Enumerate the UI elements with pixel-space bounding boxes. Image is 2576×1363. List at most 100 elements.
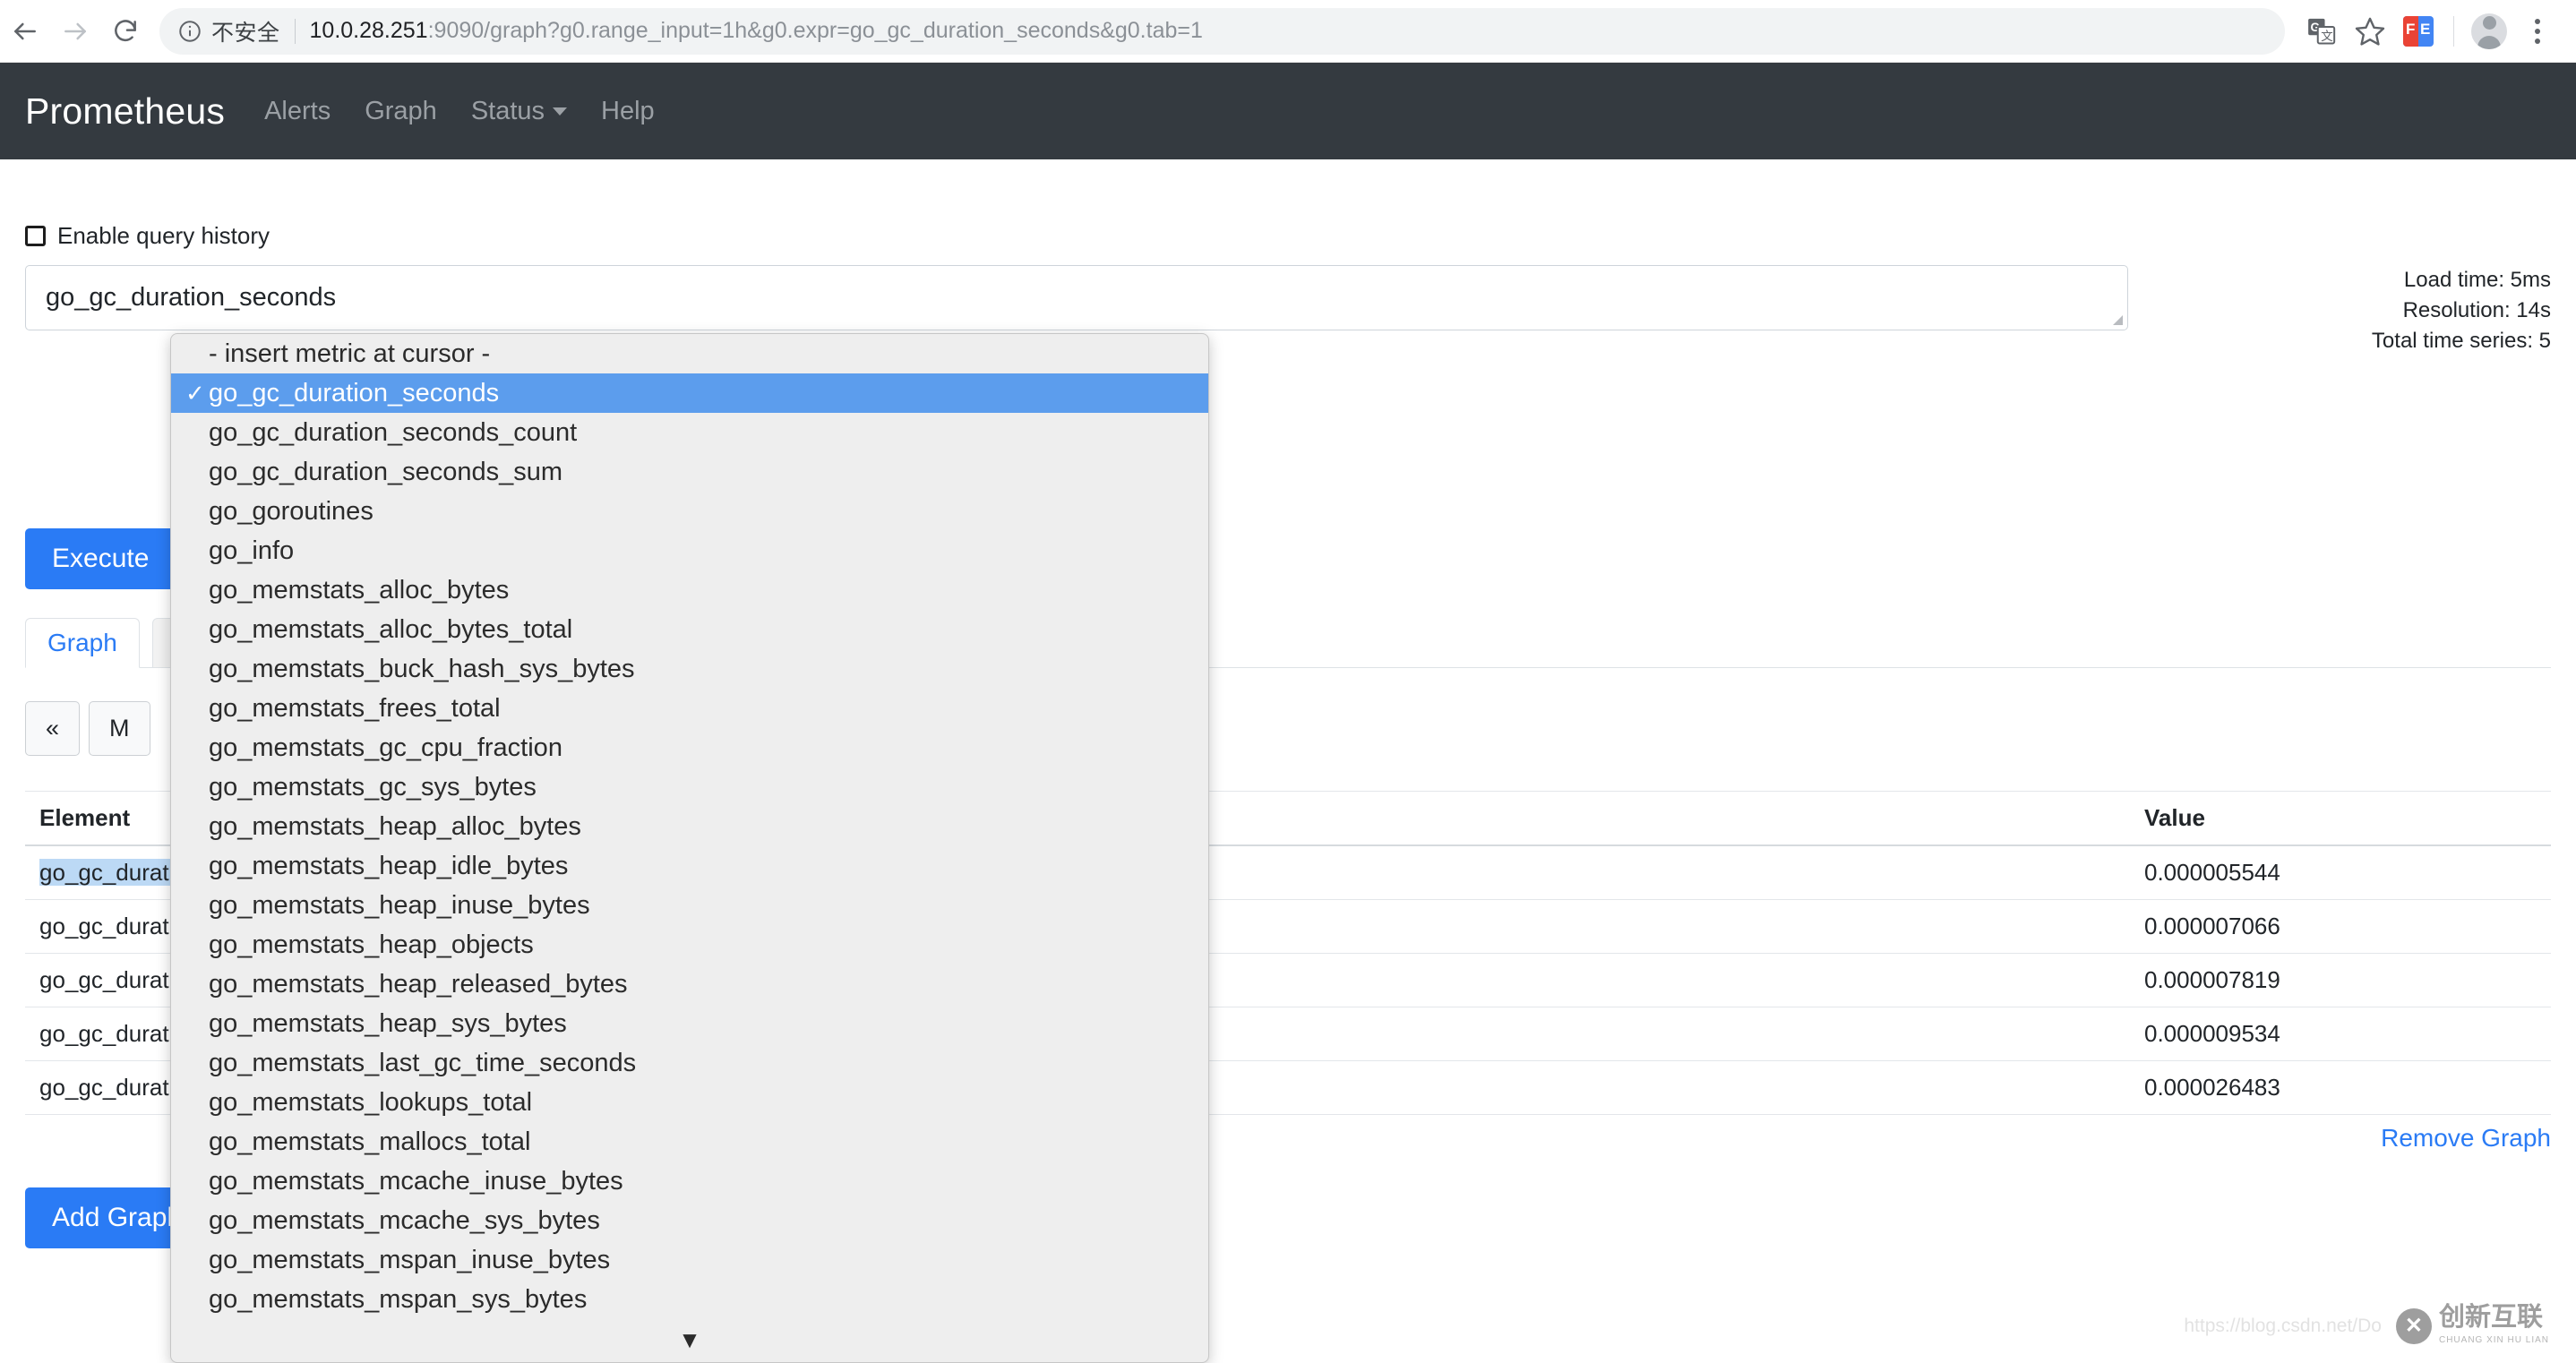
dropdown-option-label: go_memstats_alloc_bytes: [209, 576, 509, 604]
dropdown-option-label: go_memstats_mcache_sys_bytes: [209, 1206, 600, 1235]
dropdown-option-label: go_memstats_buck_hash_sys_bytes: [209, 655, 635, 683]
dropdown-option[interactable]: go_memstats_mcache_sys_bytes: [171, 1201, 1208, 1240]
watermark-logo-icon: ✕: [2396, 1308, 2432, 1344]
execute-button[interactable]: Execute: [25, 528, 176, 589]
dropdown-option-label: go_gc_duration_seconds: [209, 379, 499, 407]
dropdown-option[interactable]: go_memstats_mcache_inuse_bytes: [171, 1162, 1208, 1201]
dropdown-header: - insert metric at cursor -: [171, 334, 1208, 373]
dropdown-option[interactable]: go_memstats_heap_alloc_bytes: [171, 807, 1208, 846]
info-circle-icon[interactable]: [177, 19, 202, 44]
dropdown-option-label: go_memstats_heap_idle_bytes: [209, 852, 568, 880]
dropdown-option[interactable]: go_memstats_alloc_bytes: [171, 570, 1208, 610]
textarea-resize-handle[interactable]: [2111, 313, 2124, 326]
dropdown-option[interactable]: go_goroutines: [171, 492, 1208, 531]
address-bar[interactable]: 不安全 10.0.28.251:9090/graph?g0.range_inpu…: [159, 8, 2285, 55]
dropdown-option-label: go_memstats_heap_released_bytes: [209, 970, 628, 999]
url-text: 10.0.28.251:9090/graph?g0.range_input=1h…: [310, 18, 1203, 44]
dropdown-option[interactable]: go_gc_duration_seconds_sum: [171, 452, 1208, 492]
load-time-text: Load time: 5ms: [2372, 265, 2551, 296]
dropdown-option[interactable]: go_memstats_heap_idle_bytes: [171, 846, 1208, 886]
dropdown-option[interactable]: go_memstats_heap_objects: [171, 925, 1208, 964]
forward-arrow-icon: [61, 17, 90, 46]
dropdown-option[interactable]: go_memstats_buck_hash_sys_bytes: [171, 649, 1208, 689]
chrome-menu-button[interactable]: [2513, 7, 2562, 56]
check-icon: ✓: [185, 373, 205, 413]
dropdown-option[interactable]: go_memstats_heap_released_bytes: [171, 964, 1208, 1004]
avatar-body: [2477, 36, 2501, 49]
enable-query-history-label: Enable query history: [57, 222, 270, 250]
dropdown-option[interactable]: go_memstats_last_gc_time_seconds: [171, 1043, 1208, 1083]
dropdown-option[interactable]: go_memstats_mspan_sys_bytes: [171, 1280, 1208, 1319]
metric-autocomplete-dropdown[interactable]: - insert metric at cursor - ✓go_gc_durat…: [170, 333, 1209, 1363]
fe-extension-button[interactable]: F E: [2394, 7, 2443, 56]
nav-link-status-label: Status: [471, 97, 545, 125]
dropdown-option-label: go_memstats_heap_sys_bytes: [209, 1009, 567, 1038]
dropdown-option-label: go_gc_duration_seconds_count: [209, 418, 577, 447]
range-input-button[interactable]: M: [89, 701, 150, 756]
cell-value: 0.000007819: [2130, 954, 2551, 1007]
avatar-head: [2483, 16, 2496, 30]
chevron-down-icon: [553, 107, 567, 116]
dropdown-option-label: go_memstats_mallocs_total: [209, 1127, 530, 1156]
svg-text:文: 文: [2321, 29, 2332, 42]
dropdown-option[interactable]: go_gc_duration_seconds_count: [171, 413, 1208, 452]
query-stats: Load time: 5ms Resolution: 14s Total tim…: [2372, 265, 2551, 356]
dropdown-option-label: go_memstats_mspan_inuse_bytes: [209, 1246, 610, 1274]
total-series-text: Total time series: 5: [2372, 326, 2551, 356]
forward-button[interactable]: [50, 6, 100, 56]
dropdown-option[interactable]: go_memstats_mspan_inuse_bytes: [171, 1240, 1208, 1280]
resolution-text: Resolution: 14s: [2372, 296, 2551, 326]
dropdown-option[interactable]: go_memstats_lookups_total: [171, 1083, 1208, 1122]
reload-button[interactable]: [100, 6, 150, 56]
cell-value: 0.000026483: [2130, 1061, 2551, 1115]
dropdown-option-label: go_memstats_heap_objects: [209, 930, 534, 959]
dropdown-option-label: go_memstats_gc_sys_bytes: [209, 773, 537, 802]
dropdown-option-label: go_memstats_heap_inuse_bytes: [209, 891, 590, 920]
nav-link-status[interactable]: Status: [471, 97, 567, 126]
fe-extension-left-letter: F: [2406, 21, 2415, 37]
dropdown-option[interactable]: ✓go_gc_duration_seconds: [171, 373, 1208, 413]
translate-button[interactable]: G 文: [2297, 7, 2346, 56]
back-button[interactable]: [0, 6, 50, 56]
enable-query-history-row[interactable]: Enable query history: [25, 222, 270, 250]
remove-graph-link[interactable]: Remove Graph: [2381, 1124, 2551, 1153]
dropdown-option[interactable]: go_memstats_heap_sys_bytes: [171, 1004, 1208, 1043]
dropdown-option[interactable]: go_memstats_heap_inuse_bytes: [171, 886, 1208, 925]
expression-input[interactable]: go_gc_duration_seconds: [25, 265, 2128, 330]
dropdown-option[interactable]: go_info: [171, 531, 1208, 570]
translate-icon: G 文: [2306, 16, 2337, 47]
dropdown-option-label: go_goroutines: [209, 497, 374, 526]
nav-link-graph[interactable]: Graph: [365, 97, 437, 126]
tab-graph[interactable]: Graph: [25, 618, 140, 668]
url-path: :9090/graph?g0.range_input=1h&g0.expr=go…: [428, 18, 1203, 43]
dropdown-option[interactable]: go_memstats_mallocs_total: [171, 1122, 1208, 1162]
watermark-url: https://blog.csdn.net/Do: [2184, 1316, 2382, 1337]
watermark-brand: ✕ 创新互联 CHUANG XIN HU LIAN: [2396, 1305, 2549, 1347]
dropdown-option[interactable]: go_memstats_frees_total: [171, 689, 1208, 728]
dropdown-option[interactable]: go_memstats_gc_sys_bytes: [171, 767, 1208, 807]
dropdown-option-list: ✓go_gc_duration_secondsgo_gc_duration_se…: [171, 373, 1208, 1319]
dropdown-option-label: go_memstats_frees_total: [209, 694, 501, 723]
range-rewind-button[interactable]: «: [25, 701, 80, 756]
dropdown-option[interactable]: go_memstats_alloc_bytes_total: [171, 610, 1208, 649]
nav-link-alerts[interactable]: Alerts: [264, 97, 331, 126]
omnibox-divider: [295, 19, 296, 44]
toolbar-divider: [2453, 16, 2454, 47]
dropdown-option[interactable]: go_memstats_gc_cpu_fraction: [171, 728, 1208, 767]
enable-query-history-checkbox[interactable]: [25, 226, 46, 246]
browser-toolbar-icons: G 文 F E: [2297, 7, 2576, 56]
reload-icon: [111, 17, 140, 46]
chevron-down-icon[interactable]: ▼: [171, 1328, 1208, 1351]
bookmark-button[interactable]: [2346, 7, 2394, 56]
dropdown-option-label: go_gc_duration_seconds_sum: [209, 458, 562, 486]
dropdown-option-label: go_memstats_gc_cpu_fraction: [209, 733, 562, 762]
back-arrow-icon: [11, 17, 39, 46]
profile-button[interactable]: [2465, 7, 2513, 56]
watermark-brand-text: 创新互联 CHUANG XIN HU LIAN: [2439, 1305, 2549, 1347]
brand-title[interactable]: Prometheus: [25, 90, 225, 133]
nav-link-help[interactable]: Help: [601, 97, 655, 126]
expression-value: go_gc_duration_seconds: [46, 283, 336, 313]
dropdown-option-label: go_memstats_heap_alloc_bytes: [209, 812, 581, 841]
column-header-value: Value: [2130, 792, 2551, 846]
dropdown-option-label: go_info: [209, 536, 294, 565]
